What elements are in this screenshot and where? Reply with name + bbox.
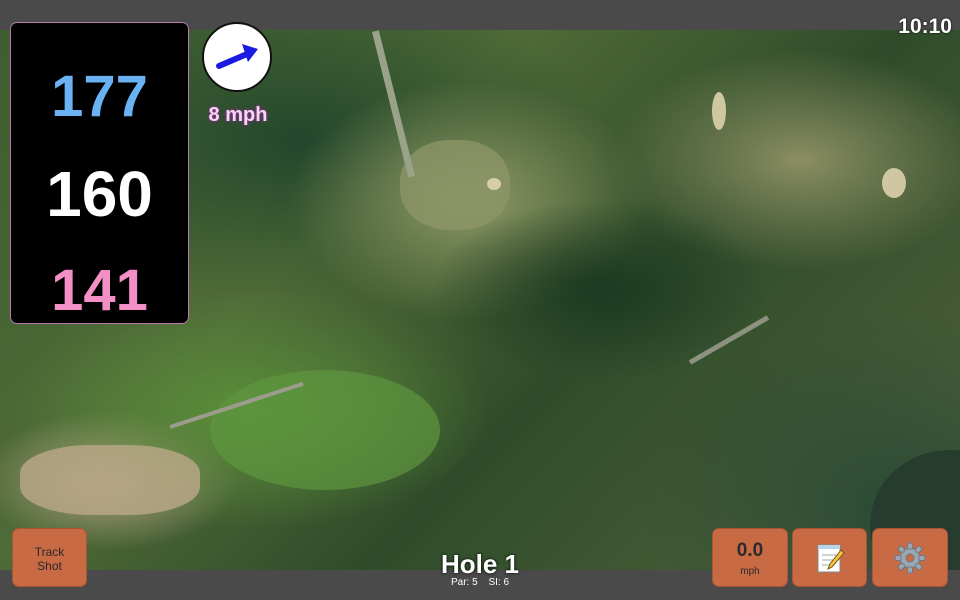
wind-speed-label: 8 mph xyxy=(208,104,268,126)
hole-info: Par: 5 SI: 6 xyxy=(380,577,580,588)
distance-middle: 160 xyxy=(46,158,153,230)
wind-speed-button[interactable]: 0.0 mph xyxy=(712,528,788,587)
bunker xyxy=(882,168,906,198)
hole-title: Hole 1 xyxy=(440,549,520,579)
wind-unit: mph xyxy=(740,566,760,577)
hole-stroke-index: SI: 6 xyxy=(488,577,510,588)
settings-button[interactable] xyxy=(872,528,948,587)
bunker xyxy=(712,92,726,130)
fairway xyxy=(210,370,440,490)
clock: 10:10 xyxy=(898,15,952,38)
bridge xyxy=(688,315,770,365)
notepad-icon xyxy=(817,544,845,572)
path xyxy=(372,30,416,178)
track-shot-button[interactable]: Track Shot xyxy=(12,528,87,587)
wind-value: 0.0 xyxy=(736,540,764,561)
gear-icon xyxy=(894,542,926,573)
notes-button[interactable] xyxy=(792,528,867,587)
track-shot-label: Track Shot xyxy=(34,545,65,573)
distance-panel: 177 160 141 xyxy=(11,23,188,323)
hole-par: Par: 5 xyxy=(450,577,478,588)
distance-front: 141 xyxy=(51,258,148,323)
bunker xyxy=(487,178,501,190)
wind-indicator[interactable] xyxy=(202,22,272,92)
clearing xyxy=(20,445,200,515)
distance-back: 177 xyxy=(51,64,148,129)
arrow-right-icon xyxy=(216,44,258,69)
